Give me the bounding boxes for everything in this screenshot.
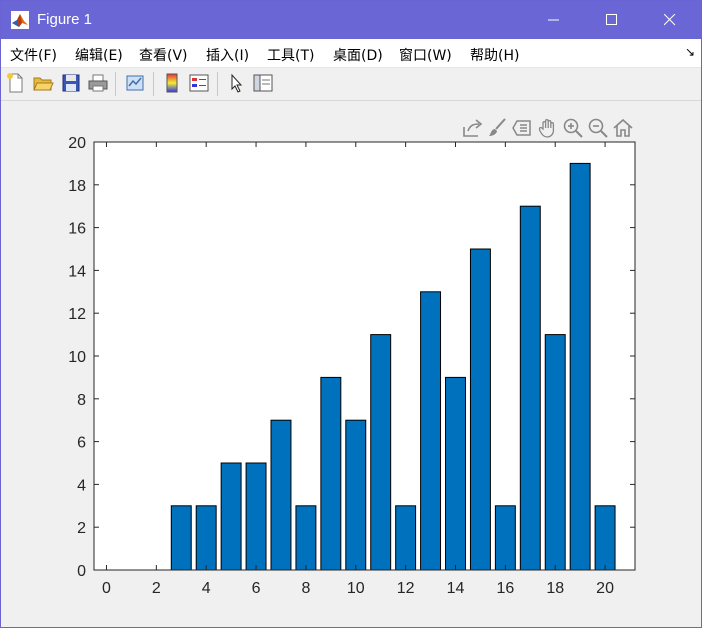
- bar[interactable]: [370, 334, 392, 571]
- bar[interactable]: [295, 505, 317, 571]
- y-tick-label: 10: [68, 349, 86, 366]
- y-tick-label: 6: [77, 435, 86, 452]
- y-tick-label: 8: [77, 392, 86, 409]
- x-tick-label: 2: [152, 580, 161, 597]
- y-tick-label: 12: [68, 306, 86, 323]
- bar[interactable]: [395, 505, 417, 571]
- y-tick-label: 20: [68, 135, 86, 152]
- x-tick-label: 0: [102, 580, 111, 597]
- bar[interactable]: [245, 462, 267, 571]
- y-tick-label: 0: [77, 563, 86, 580]
- x-tick-label: 8: [301, 580, 310, 597]
- x-tick-label: 10: [347, 580, 365, 597]
- bar[interactable]: [195, 505, 217, 571]
- y-tick-label: 16: [68, 221, 86, 238]
- bar[interactable]: [544, 334, 566, 571]
- figure-window: Figure 1 文件(F) 编辑(E) 查看(V) 插入(I) 工具(T) 桌…: [0, 0, 702, 628]
- bar[interactable]: [569, 162, 591, 571]
- y-tick-label: 2: [77, 520, 86, 537]
- bar[interactable]: [170, 505, 192, 571]
- x-tick-label: 6: [252, 580, 261, 597]
- x-tick-label: 14: [447, 580, 465, 597]
- bar[interactable]: [594, 505, 616, 571]
- x-tick-label: 4: [202, 580, 211, 597]
- bar-chart[interactable]: 0 2 4 6 8 10 12 14 16 18 20 0 2 4 6 8 10 12 14 16 18 20: [1, 1, 701, 627]
- bar[interactable]: [445, 376, 466, 571]
- x-tick-label: 18: [546, 580, 564, 597]
- y-tick-label: 18: [68, 178, 86, 195]
- bar[interactable]: [519, 205, 541, 571]
- bar[interactable]: [469, 248, 491, 571]
- x-tick-label: 16: [496, 580, 514, 597]
- bar[interactable]: [420, 291, 442, 571]
- bar[interactable]: [494, 505, 516, 571]
- bar[interactable]: [220, 462, 242, 571]
- x-tick-label: 20: [596, 580, 614, 597]
- x-tick-label: 12: [397, 580, 415, 597]
- bar[interactable]: [345, 419, 367, 571]
- y-tick-label: 4: [77, 477, 86, 494]
- bar[interactable]: [320, 376, 342, 571]
- y-tick-label: 14: [68, 263, 86, 280]
- bar[interactable]: [270, 419, 292, 571]
